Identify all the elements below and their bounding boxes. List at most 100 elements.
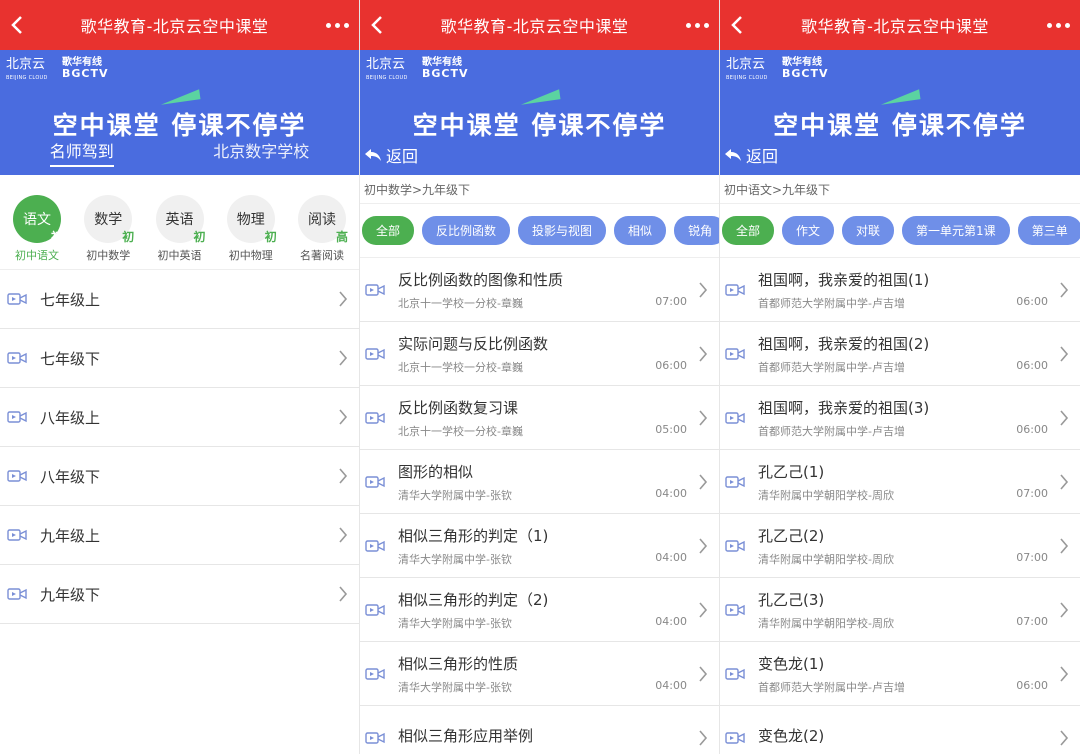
filter-chip[interactable]: 锐角 xyxy=(674,216,719,245)
filter-chip[interactable]: 全部 xyxy=(362,216,415,245)
lesson-row[interactable]: 祖国啊，我亲爱的祖国(2) 首都师范大学附属中学-卢吉增 06:00 xyxy=(720,322,1080,386)
chevron-right-icon xyxy=(1052,534,1076,558)
lesson-row[interactable]: 图形的相似 清华大学附属中学-张钦 04:00 xyxy=(360,450,719,514)
app-title: 歌华教育-北京云空中课堂 xyxy=(801,17,989,36)
lesson-row[interactable]: 孔乙己(1) 清华附属中学朝阳学校-周欣 07:00 xyxy=(720,450,1080,514)
video-icon xyxy=(364,666,386,682)
filter-chips: 全部 反比例函数 投影与视图 相似 锐角 xyxy=(360,204,719,258)
more-dots-icon[interactable] xyxy=(1036,22,1080,28)
paper-plane-icon xyxy=(519,89,561,105)
lesson-row[interactable]: 相似三角形应用举例 xyxy=(360,706,719,754)
subject-physics[interactable]: 物理初 初中物理 xyxy=(220,195,282,263)
lesson-row[interactable]: 祖国啊，我亲爱的祖国(1) 首都师范大学附属中学-卢吉增 06:00 xyxy=(720,258,1080,322)
lesson-row[interactable]: 孔乙己(3) 清华附属中学朝阳学校-周欣 07:00 xyxy=(720,578,1080,642)
lesson-teacher: 清华附属中学朝阳学校-周欣 xyxy=(758,488,894,502)
subject-reading[interactable]: 阅读高 名著阅读 xyxy=(291,195,353,263)
chevron-right-icon xyxy=(331,405,355,429)
back-button[interactable] xyxy=(360,0,394,50)
lesson-row[interactable]: 变色龙(1) 首都师范大学附属中学-卢吉增 06:00 xyxy=(720,642,1080,706)
lesson-teacher: 清华大学附属中学-张钦 xyxy=(398,616,512,630)
grade-row[interactable]: 七年级上 xyxy=(0,270,359,329)
more-dots-icon[interactable] xyxy=(315,22,359,28)
banner: 北京云 BEIJING CLOUD 歌华有线 BGCTV 空中课堂 停课不停学 返回 xyxy=(360,50,719,175)
more-dots-icon[interactable] xyxy=(675,22,719,28)
lesson-row[interactable]: 反比例函数复习课 北京十一学校一分校-章巍 05:00 xyxy=(360,386,719,450)
back-button[interactable] xyxy=(720,0,754,50)
subject-math[interactable]: 数学初 初中数学 xyxy=(77,195,139,263)
filter-chip[interactable]: 作文 xyxy=(782,216,835,245)
subject-circle: 阅读高 xyxy=(298,195,348,244)
video-icon xyxy=(364,410,386,426)
grade-label: 八年级上 xyxy=(40,408,101,427)
filter-chip[interactable]: 反比例函数 xyxy=(422,216,511,245)
lesson-list: 反比例函数的图像和性质 北京十一学校一分校-章巍 07:00 实际问题与反比例函数北… xyxy=(360,258,719,754)
grade-label: 八年级下 xyxy=(40,467,101,486)
beijing-cloud-logo: 北京云 BEIJING CLOUD xyxy=(366,57,408,81)
subject-english[interactable]: 英语初 初中英语 xyxy=(149,195,211,263)
grade-row[interactable]: 七年级下 xyxy=(0,329,359,388)
lesson-time: 06:00 xyxy=(1016,294,1048,308)
lesson-title: 孔乙己(3) xyxy=(758,590,825,609)
chevron-right-icon xyxy=(691,662,715,686)
chevron-right-icon xyxy=(1052,598,1076,622)
lesson-teacher: 首都师范大学附属中学-卢吉增 xyxy=(758,296,905,310)
lesson-teacher: 清华大学附属中学-张钦 xyxy=(398,552,512,566)
slogan: 空中课堂 停课不停学 xyxy=(773,111,1027,140)
lesson-list: 祖国啊，我亲爱的祖国(1) 首都师范大学附属中学-卢吉增 06:00 祖国啊，我亲爱… xyxy=(720,258,1080,754)
lesson-time: 04:00 xyxy=(655,678,687,692)
filter-chip[interactable]: 第一单元第1课 xyxy=(902,216,1010,245)
filter-chip[interactable]: 对联 xyxy=(842,216,895,245)
lesson-title: 变色龙(2) xyxy=(758,726,825,745)
subject-chinese[interactable]: 语文初 初中语文 xyxy=(6,195,68,263)
chevron-right-icon xyxy=(691,406,715,430)
subject-caption: 初中物理 xyxy=(228,249,273,262)
grade-row[interactable]: 九年级下 xyxy=(0,565,359,624)
return-button[interactable]: 返回 xyxy=(364,143,418,167)
grade-label: 七年级下 xyxy=(40,349,101,368)
filter-chip[interactable]: 第三单 xyxy=(1017,216,1080,245)
grade-label: 九年级上 xyxy=(40,526,101,545)
lesson-time: 06:00 xyxy=(1016,422,1048,436)
lesson-row[interactable]: 实际问题与反比例函数 北京十一学校一分校-章巍 06:00 xyxy=(360,322,719,386)
lesson-row[interactable]: 相似三角形的判定（1) 清华大学附属中学-张钦 04:00 xyxy=(360,514,719,578)
subject-circle: 物理初 xyxy=(226,195,277,244)
lesson-title: 祖国啊，我亲爱的祖国(1) xyxy=(758,270,930,289)
lesson-row[interactable]: 相似三角形的判定（2) 清华大学附属中学-张钦 04:00 xyxy=(360,578,719,642)
video-icon xyxy=(724,410,746,426)
lesson-teacher: 北京十一学校一分校-章巍 xyxy=(398,296,523,310)
grade-row[interactable]: 九年级上 xyxy=(0,506,359,565)
return-arrow-icon xyxy=(725,149,741,161)
chevron-right-icon xyxy=(1052,342,1076,366)
lesson-title: 相似三角形的性质 xyxy=(398,654,519,673)
screen-subject-list: 歌华教育-北京云空中课堂 北京云 BEIJING CLOUD 歌华有线 BGCTV … xyxy=(0,0,360,754)
video-icon xyxy=(724,730,746,746)
lesson-title: 反比例函数的图像和性质 xyxy=(398,270,564,289)
lesson-row[interactable]: 反比例函数的图像和性质 北京十一学校一分校-章巍 07:00 xyxy=(360,258,719,322)
video-icon xyxy=(6,409,28,425)
tab-digital-school[interactable]: 北京数字学校 xyxy=(213,138,309,167)
chevron-right-icon xyxy=(1052,726,1076,750)
return-button[interactable]: 返回 xyxy=(724,143,778,167)
lesson-row[interactable]: 变色龙(2) xyxy=(720,706,1080,754)
subject-circle: 英语初 xyxy=(155,195,206,244)
slogan: 空中课堂 停课不停学 xyxy=(52,111,307,140)
filter-chip[interactable]: 全部 xyxy=(722,216,775,245)
lesson-time: 07:00 xyxy=(1016,486,1048,500)
grade-row[interactable]: 八年级上 xyxy=(0,388,359,447)
grade-row[interactable]: 八年级下 xyxy=(0,447,359,506)
filter-chip[interactable]: 相似 xyxy=(614,216,667,245)
lesson-teacher: 首都师范大学附属中学-卢吉增 xyxy=(758,424,905,438)
filter-chip[interactable]: 投影与视图 xyxy=(518,216,607,245)
video-icon xyxy=(6,468,28,484)
lesson-row[interactable]: 祖国啊，我亲爱的祖国(3) 首都师范大学附属中学-卢吉增 06:00 xyxy=(720,386,1080,450)
tab-famous-teachers[interactable]: 名师驾到 xyxy=(49,138,114,167)
lesson-row[interactable]: 相似三角形的性质 清华大学附属中学-张钦 04:00 xyxy=(360,642,719,706)
chevron-right-icon xyxy=(331,582,355,606)
chevron-right-icon xyxy=(691,342,715,366)
video-icon xyxy=(724,282,746,298)
chevron-right-icon xyxy=(691,534,715,558)
grade-label: 九年级下 xyxy=(40,585,101,604)
lesson-row[interactable]: 孔乙己(2) 清华附属中学朝阳学校-周欣 07:00 xyxy=(720,514,1080,578)
subject-caption: 初中英语 xyxy=(157,249,202,262)
back-button[interactable] xyxy=(0,0,34,50)
